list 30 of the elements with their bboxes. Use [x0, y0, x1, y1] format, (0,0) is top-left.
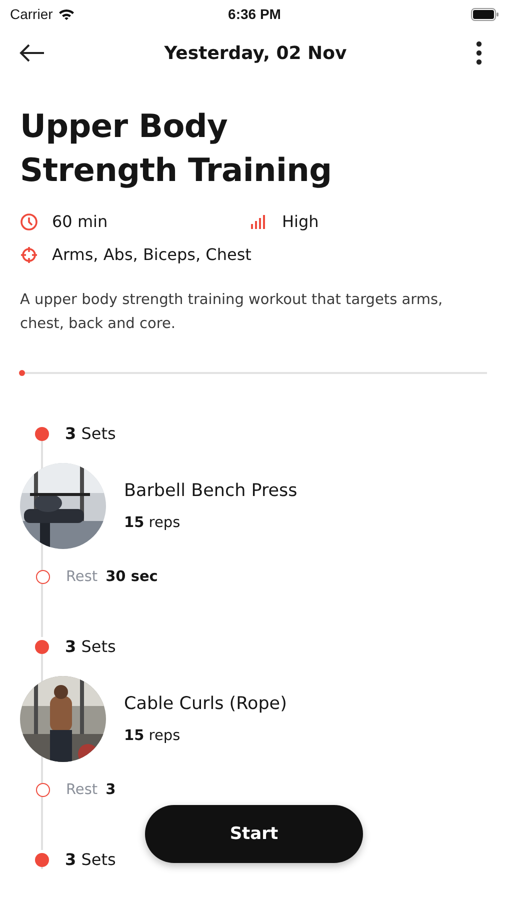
status-time: 6:36 PM	[228, 6, 281, 22]
clock-icon	[20, 212, 38, 230]
target-icon	[20, 246, 38, 264]
reps-count: 15 reps	[124, 515, 182, 531]
sets-count: 3 Sets	[65, 424, 116, 443]
intensity-text: High	[282, 212, 319, 231]
workout-description: A upper body strength training workout that targets arms, chest, back and core.	[20, 291, 444, 334]
workout-title: Upper Body Strength Training	[20, 106, 333, 191]
signal-bars-icon	[250, 214, 268, 230]
exercise-name: Barbell Bench Press	[124, 481, 298, 501]
muscles-text: Arms, Abs, Biceps, Chest	[52, 245, 252, 264]
reps-count: 15 reps	[124, 728, 182, 744]
set-marker	[35, 640, 49, 654]
rest-marker	[36, 783, 50, 797]
set-marker	[35, 426, 49, 440]
sets-count: 3 Sets	[65, 850, 116, 869]
set-marker	[35, 852, 49, 866]
rest-duration: 3	[106, 782, 116, 798]
page-title: Yesterday, 02 Nov	[163, 42, 348, 64]
carrier-name: Carrier	[10, 6, 53, 22]
start-button[interactable]: Start	[145, 805, 363, 863]
rest-duration: 30 sec	[106, 569, 158, 585]
exercise-name: Cable Curls (Rope)	[124, 694, 287, 714]
sets-count: 3 Sets	[65, 637, 116, 656]
battery-icon	[471, 8, 499, 20]
rest-marker	[36, 570, 50, 584]
wifi-icon	[58, 8, 75, 20]
duration-text: 60 min	[52, 212, 108, 231]
rest-label: Rest	[66, 782, 98, 798]
rest-label: Rest	[66, 569, 98, 585]
